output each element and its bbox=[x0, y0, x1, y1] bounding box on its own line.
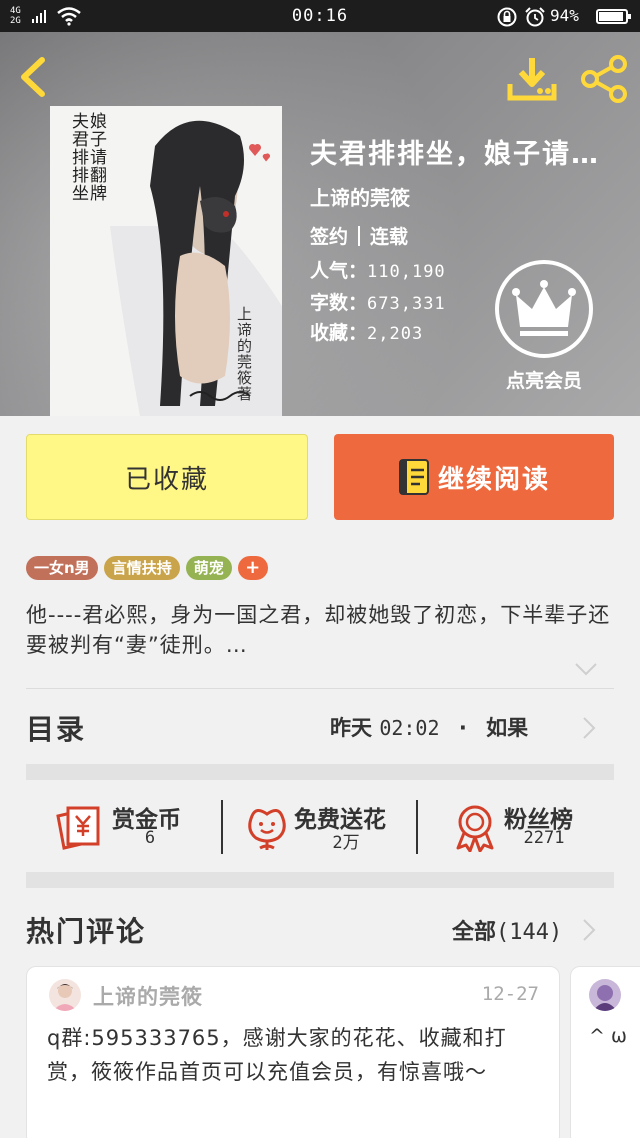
latest-chapter-title: 如果 bbox=[486, 716, 529, 740]
separator-dot: · bbox=[458, 716, 467, 740]
divider bbox=[26, 688, 614, 689]
book-title: 夫君排排坐，娘子请… bbox=[310, 139, 600, 170]
word-count-label: 字数： bbox=[310, 292, 368, 314]
comment-card[interactable]: 上谛的莞筱 12-27 q群:595333765，感谢大家的花花、收藏和打赏，筱… bbox=[26, 966, 560, 1138]
section-divider bbox=[26, 872, 614, 888]
cover-author: 上谛的莞筱著 bbox=[235, 306, 253, 402]
rotation-lock-icon bbox=[497, 7, 517, 27]
comment-card[interactable]: ^ ω bbox=[570, 966, 640, 1138]
fan-rank-value: 2271 bbox=[523, 828, 565, 848]
divider bbox=[416, 800, 418, 854]
battery-icon bbox=[596, 9, 631, 24]
serial-status: 连载 bbox=[370, 226, 409, 248]
book-contract-status: 签约 连载 bbox=[310, 222, 408, 249]
reward-coin-value: 6 bbox=[144, 828, 156, 848]
share-icon[interactable] bbox=[580, 54, 630, 104]
all-comments-label: 全部 bbox=[452, 920, 497, 945]
update-time: 02:02 bbox=[379, 716, 440, 740]
download-icon[interactable] bbox=[506, 54, 558, 102]
chevron-right-icon[interactable] bbox=[582, 918, 596, 942]
status-bar: 4G 2G 00:16 94% bbox=[0, 0, 640, 32]
book-icon bbox=[398, 459, 429, 495]
reward-coin-icon bbox=[56, 806, 100, 850]
latest-chapter-info[interactable]: 昨天 02:02 · 如果 bbox=[330, 712, 528, 742]
continue-reading-button[interactable]: 继续阅读 bbox=[334, 434, 614, 520]
popularity-row: 人气：110,190 bbox=[310, 256, 446, 283]
contract-label: 签约 bbox=[310, 226, 349, 248]
crown-icon[interactable] bbox=[494, 259, 594, 359]
fan-rank-button[interactable]: 粉丝榜 2271 bbox=[450, 796, 590, 856]
collections-value: 2,203 bbox=[367, 324, 424, 344]
alarm-icon bbox=[525, 7, 545, 27]
flower-icon bbox=[248, 809, 286, 850]
vip-label[interactable]: 点亮会员 bbox=[480, 366, 608, 393]
book-summary[interactable]: 他----君必熙，身为一国之君，却被她毁了初恋，下半辈子还要被判有“妻”徒刑。… bbox=[26, 600, 616, 660]
add-tag-button[interactable]: + bbox=[237, 556, 268, 580]
chevron-down-icon[interactable] bbox=[574, 662, 598, 676]
back-arrow-icon[interactable] bbox=[14, 54, 54, 100]
collected-label: 已收藏 bbox=[124, 464, 209, 495]
cover-title-line2: 娘子请翻牌 bbox=[86, 112, 106, 202]
collections-label: 收藏： bbox=[310, 322, 368, 344]
chevron-right-icon[interactable] bbox=[582, 716, 596, 740]
tag-list: 一女n男 言情扶持 萌宠 + bbox=[26, 556, 268, 580]
comment-username[interactable]: 上谛的莞筱 bbox=[93, 981, 203, 1011]
popularity-label: 人气： bbox=[310, 260, 368, 282]
comment-text: q群:595333765，感谢大家的花花、收藏和打赏，筱筱作品首页可以充值会员，… bbox=[47, 1026, 507, 1084]
comment-text: ^ ω bbox=[589, 1025, 627, 1047]
collections-row: 收藏：2,203 bbox=[310, 318, 423, 345]
collected-button[interactable]: 已收藏 bbox=[26, 434, 308, 520]
book-cover[interactable]: 夫君排排坐 娘子请翻牌 上谛的莞筱著 bbox=[50, 106, 282, 416]
popularity-value: 110,190 bbox=[367, 262, 446, 282]
word-count-value: 673,331 bbox=[367, 294, 446, 314]
tag-item[interactable]: 言情扶持 bbox=[103, 556, 180, 580]
battery-percent: 94% bbox=[550, 6, 579, 25]
avatar[interactable] bbox=[589, 979, 621, 1011]
catalog-label[interactable]: 目录 bbox=[26, 708, 86, 748]
word-count-row: 字数：673,331 bbox=[310, 288, 446, 315]
section-divider bbox=[26, 764, 614, 780]
book-author[interactable]: 上谛的莞筱 bbox=[310, 182, 410, 211]
reward-coin-button[interactable]: 赏金币 6 bbox=[54, 796, 214, 856]
comment-count: (144) bbox=[496, 920, 563, 945]
hot-comments-title: 热门评论 bbox=[26, 915, 147, 948]
fan-rank-icon bbox=[456, 805, 494, 852]
tag-item[interactable]: 一女n男 bbox=[26, 556, 98, 580]
tag-item[interactable]: 萌宠 bbox=[185, 556, 232, 580]
update-day: 昨天 bbox=[330, 716, 372, 740]
send-flower-button[interactable]: 免费送花 2万 bbox=[242, 796, 408, 856]
divider bbox=[221, 800, 223, 854]
all-comments-link[interactable]: 全部(144) bbox=[452, 914, 562, 946]
continue-reading-label: 继续阅读 bbox=[437, 464, 550, 495]
send-flower-value: 2万 bbox=[332, 833, 360, 853]
avatar[interactable] bbox=[49, 979, 81, 1011]
comment-date: 12-27 bbox=[481, 983, 539, 1005]
